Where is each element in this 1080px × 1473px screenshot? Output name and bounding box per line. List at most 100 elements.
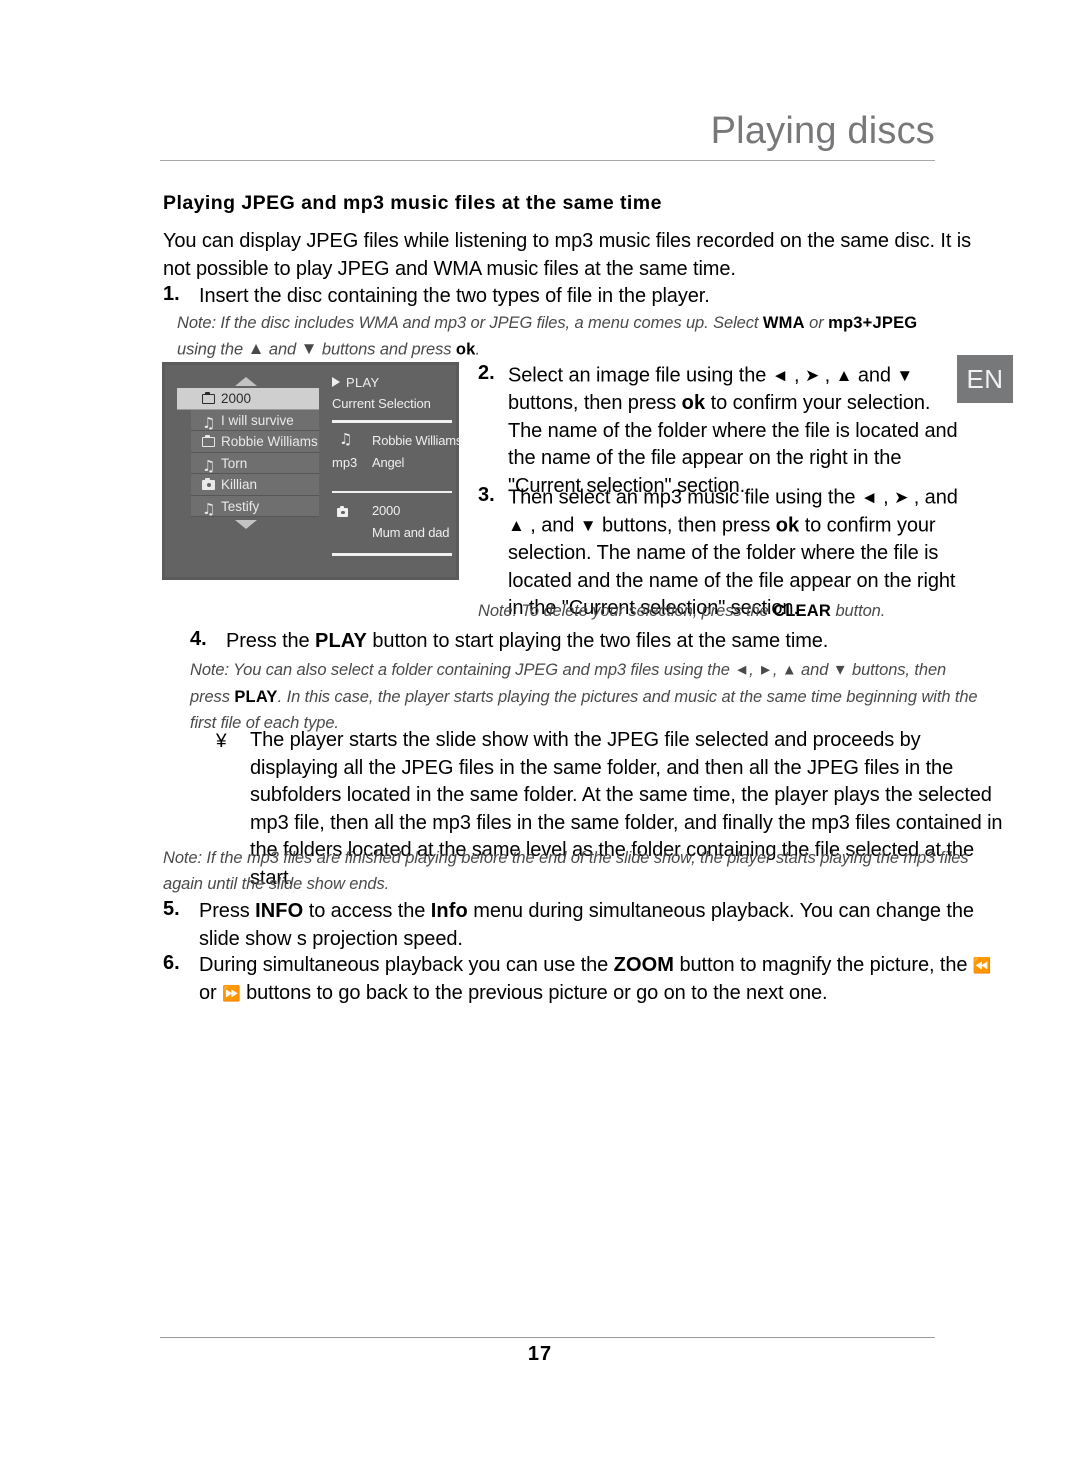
step-3-sep3: , and (524, 514, 580, 537)
info-button-label: INFO (255, 900, 304, 922)
list-item[interactable]: Robbie Williams (191, 431, 319, 453)
selected-audio-file: Angel (372, 454, 405, 470)
selected-image-folder: 2000 (372, 503, 401, 518)
step-6-part-b: button to magnify the picture, the (674, 954, 973, 976)
step-1-note-period: . (475, 340, 481, 359)
arrow-down-icon: ▼ (579, 516, 597, 535)
step-4-part-b: button to start playing the two files at… (366, 630, 829, 652)
step-5-number: 5. (163, 898, 180, 920)
arrow-right-icon: ➤ (804, 366, 820, 385)
previous-track-icon: ⏪ (972, 957, 992, 975)
arrow-down-icon: ▼ (832, 661, 848, 679)
step-4-note-part-a: Note: You can also select a folder conta… (190, 661, 735, 679)
scroll-down-arrow-icon (235, 520, 257, 529)
picture-icon (337, 506, 348, 517)
panel-divider (332, 553, 452, 556)
info-menu-label: Info (430, 900, 468, 922)
folder-icon (201, 434, 216, 449)
selected-image-file-row: Mum and dad (332, 525, 452, 547)
page-title: Playing discs (710, 110, 935, 152)
step-4-note-and: and (796, 661, 833, 679)
step-4-note: Note: You can also select a folder conta… (190, 657, 990, 736)
arrow-left-icon: ◄ (771, 366, 789, 385)
list-item-label: Testify (221, 498, 260, 514)
step-1-note-part-a: Note: If the disc includes WMA and mp3 o… (177, 314, 763, 332)
arrow-down-icon: ▼ (300, 339, 318, 358)
step-1-note-part-d: buttons and press (317, 340, 456, 359)
step-4-number: 4. (190, 628, 207, 650)
tv-screen-inner: 2000 ♫ I will survive Robbie Williams ♫ … (172, 371, 462, 575)
panel-divider (332, 420, 452, 423)
step-2-number: 2. (478, 362, 495, 384)
tv-screen-illustration: 2000 ♫ I will survive Robbie Williams ♫ … (162, 362, 462, 580)
step-6-number: 6. (163, 952, 180, 974)
arrow-right-icon: ➤ (894, 488, 909, 507)
page-number: 17 (527, 1343, 553, 1365)
list-item-label: Torn (221, 455, 248, 471)
step-5-text: Press INFO to access the Info menu durin… (199, 898, 1007, 953)
bullet-note: Note: If the mp3 files are finished play… (163, 849, 969, 893)
step-3-note-part-a: Note: To delete your selection, press th… (478, 602, 774, 620)
section-heading: Playing JPEG and mp3 music files at the … (163, 192, 662, 214)
selected-image-folder-row: 2000 (332, 503, 452, 525)
folder-icon (201, 391, 216, 406)
step-3-part-a: Then select an mp3 music file using the (508, 486, 861, 509)
selected-audio-folder: Robbie Williams (372, 432, 463, 448)
arrow-down-icon: ▼ (896, 366, 914, 385)
panel-divider (332, 490, 452, 493)
step-1-note-part-b: using the (177, 340, 248, 359)
step-1-text: Insert the disc containing the two types… (199, 285, 710, 307)
list-item[interactable]: ♫ I will survive (191, 409, 319, 432)
step-3-note-part-b: button. (830, 602, 886, 620)
note-or: or (804, 314, 829, 332)
play-label: PLAY (346, 375, 380, 390)
list-item[interactable]: ♫ Torn (191, 452, 319, 475)
music-icon: ♫ (202, 499, 216, 518)
arrow-up-icon: ▲ (508, 516, 525, 535)
step-1-number: 1. (163, 283, 180, 305)
step-6-part-c: or (199, 982, 223, 1004)
list-item-label: Robbie Williams (221, 434, 318, 449)
arrow-up-icon: ▲ (835, 366, 853, 385)
selected-audio-file-row: mp3 Angel (332, 455, 452, 477)
step-2-sep1: , (788, 364, 805, 387)
step-1-note-and: and (264, 340, 301, 359)
list-item[interactable]: ♫ Testify (191, 495, 319, 518)
step-4-note-sep2: , (772, 661, 782, 679)
bullet-marker-icon: ¥ (216, 731, 227, 752)
ok-label: ok (681, 392, 706, 414)
play-status: PLAY (332, 375, 452, 390)
play-label: PLAY (315, 630, 367, 652)
ok-label: ok (775, 514, 800, 537)
scroll-up-arrow-icon (235, 377, 257, 386)
intro-paragraph: You can display JPEG files while listeni… (163, 230, 972, 280)
step-2-sep2: , (819, 364, 836, 387)
step-6-part-d: buttons to go back to the previous pictu… (240, 982, 828, 1004)
header-divider (160, 160, 935, 161)
list-item-label: 2000 (221, 391, 252, 406)
picture-icon (201, 477, 216, 492)
list-item[interactable]: 2000 (177, 388, 319, 410)
play-icon (332, 377, 340, 387)
list-item-label: Killian (221, 477, 258, 492)
music-icon: ♫ (339, 429, 353, 448)
arrow-left-icon: ◄ (734, 661, 750, 679)
list-item[interactable]: Killian (191, 474, 319, 496)
mp3jpeg-label: mp3+JPEG (828, 314, 918, 332)
step-2-sep3: and (852, 364, 897, 387)
file-browser-list: 2000 ♫ I will survive Robbie Williams ♫ … (177, 377, 319, 529)
step-3-note: Note: To delete your selection, press th… (478, 598, 978, 624)
step-4-note-sep1: , (749, 661, 759, 679)
ok-label: ok (455, 340, 476, 359)
step-4-part-a: Press the (226, 630, 316, 652)
selected-audio-folder-row: ♫ Robbie Williams (332, 429, 462, 455)
next-track-icon: ⏩ (222, 985, 241, 1003)
audio-type-label: mp3 (332, 454, 358, 470)
selected-image-file: Mum and dad (372, 525, 450, 540)
step-3-part-d: buttons, then press (596, 514, 776, 537)
zoom-button-label: ZOOM (613, 954, 675, 976)
wma-label: WMA (762, 314, 805, 332)
clear-label: CLEAR (773, 602, 831, 620)
arrow-up-icon: ▲ (781, 661, 797, 679)
step-4-note-part-f: . In this case, the player starts playin… (190, 687, 978, 732)
